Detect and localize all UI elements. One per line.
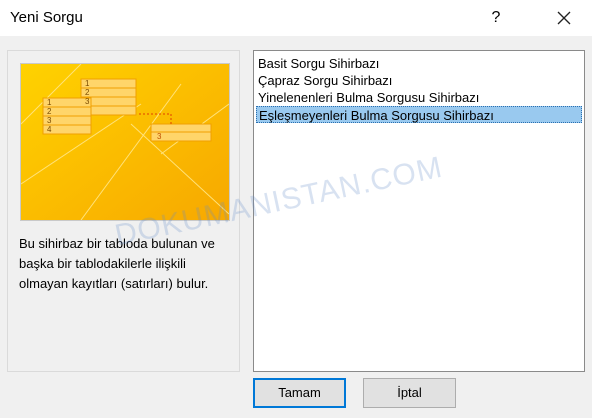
preview-number: 2 (47, 107, 52, 116)
list-item-selected[interactable]: Eşleşmeyenleri Bulma Sorgusu Sihirbazı (256, 106, 582, 123)
list-item[interactable]: Basit Sorgu Sihirbazı (256, 55, 582, 72)
list-item[interactable]: Çapraz Sorgu Sihirbazı (256, 72, 582, 89)
preview-number: 2 (85, 88, 90, 97)
window-title: Yeni Sorgu (10, 9, 83, 26)
preview-number: 4 (47, 125, 52, 134)
preview-number: 1 (85, 79, 90, 88)
ok-button[interactable]: Tamam (253, 378, 346, 408)
list-item[interactable]: Yinelenenleri Bulma Sorgusu Sihirbazı (256, 89, 582, 106)
title-bar: Yeni Sorgu ? (0, 0, 592, 36)
help-button[interactable]: ? (480, 0, 512, 36)
close-icon (557, 11, 571, 25)
cancel-button[interactable]: İptal (363, 378, 456, 408)
wizard-preview-image: 1 2 3 1 2 3 4 3 (20, 63, 230, 221)
preview-number: 3 (47, 116, 52, 125)
preview-number: 3 (157, 132, 162, 141)
close-button[interactable] (544, 0, 584, 36)
preview-number: 3 (85, 97, 90, 106)
preview-number: 1 (47, 98, 52, 107)
preview-graphic: 1 2 3 1 2 3 4 3 (21, 64, 229, 220)
